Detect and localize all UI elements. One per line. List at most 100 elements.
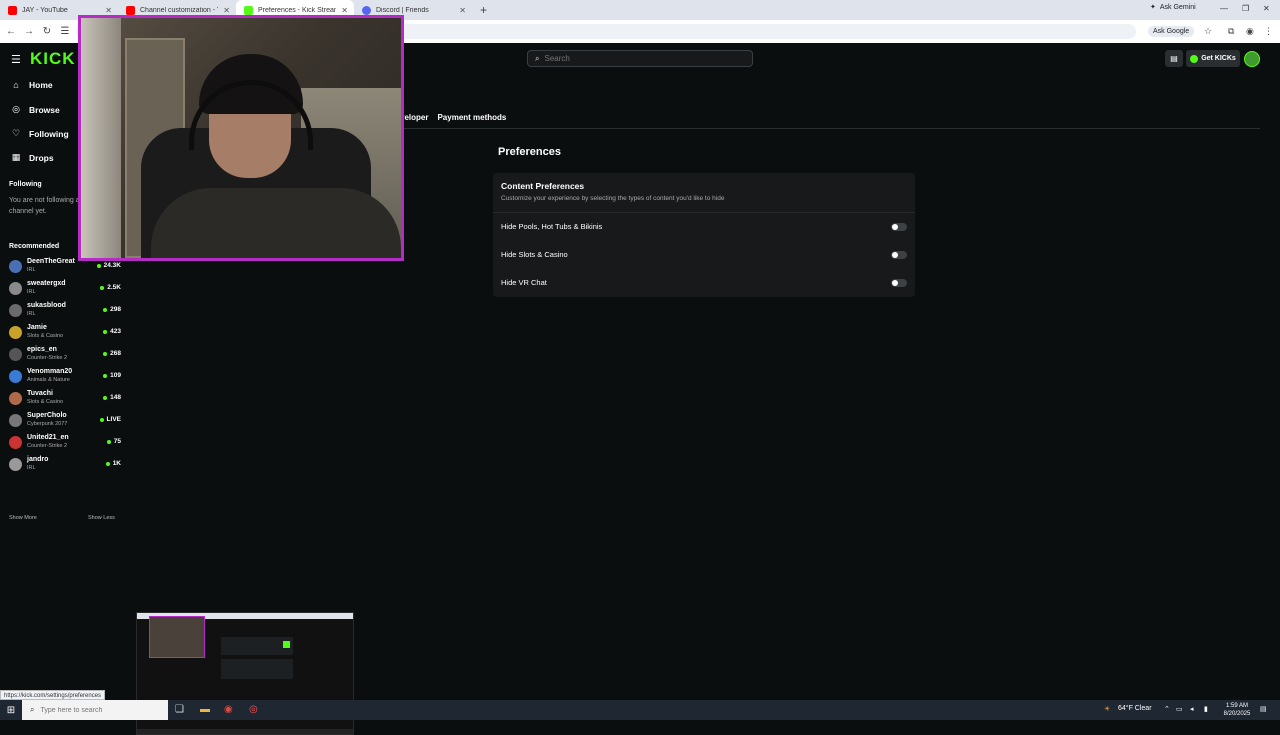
wallet-button[interactable]: ▤ [1165,50,1183,67]
viewer-count-value: 1K [112,460,121,467]
recommended-channel[interactable]: jandro IRL 1K [9,456,121,476]
taskbar-search[interactable]: ⌕ [22,700,168,720]
obs-icon[interactable]: ◎ [249,704,258,715]
back-icon[interactable]: ← [4,26,18,37]
battery-icon[interactable]: ▮ [1204,705,1208,713]
weather-icon: ☀ [1104,706,1111,713]
channel-name: DeenTheGreat [27,258,75,265]
sidebar-item-home[interactable]: ⌂ Home [11,80,52,90]
channel-category: IRL [27,311,36,317]
kick-icon [244,5,253,15]
channel-category: Cyberpunk 2077 [27,421,68,427]
webcam-curtain [81,18,121,258]
show-more-link[interactable]: Show More [9,515,37,521]
network-icon[interactable]: ▭ [1176,705,1183,713]
channel-name: SuperCholo [27,412,67,419]
sidebar-item-drops[interactable]: ▦ Drops [11,152,54,163]
forward-icon[interactable]: → [22,26,36,37]
star-icon[interactable]: ☆ [1204,26,1212,37]
file-explorer-icon[interactable]: ▬ [200,704,210,715]
live-dot-icon [103,329,108,334]
page-title: Preferences [498,146,561,158]
reload-icon[interactable]: ↻ [40,26,54,37]
windows-start-icon[interactable]: ⊞ [0,705,22,716]
channel-category: Slots & Casino [27,333,64,339]
viewer-count: 24.3K [96,262,121,269]
search-box[interactable]: ⌕ [527,50,753,67]
extensions-icon[interactable]: ⧉ [1228,26,1234,37]
close-icon[interactable]: ✕ [459,6,466,15]
recommended-channel[interactable]: SuperCholo Cyberpunk 2077 LIVE [9,412,121,432]
tabs-divider [400,128,1260,129]
live-dot-icon [103,373,108,378]
ask-google-button[interactable]: Ask Google [1148,26,1195,37]
show-less-link[interactable]: Show Less [88,515,115,521]
profile-icon[interactable]: ◉ [1246,26,1254,37]
recommended-channel[interactable]: Venomman20 Animals & Nature 109 [9,368,121,388]
tab-payment-methods[interactable]: Payment methods [437,113,506,122]
recommended-channel[interactable]: sukasblood IRL 298 [9,302,121,322]
recommended-channel[interactable]: United21_en Counter-Strike 2 75 [9,434,121,454]
viewer-count: 2.5K [100,284,121,291]
new-tab-button[interactable]: + [480,3,487,17]
recommended-channel[interactable]: epics_en Counter-Strike 2 268 [9,346,121,366]
channel-avatar [9,370,22,383]
tab-title: Preferences - Kick Streaming [258,6,336,14]
hide-slots-toggle[interactable] [891,251,907,259]
recommended-channel[interactable]: DeenTheGreat IRL 24.3K [9,258,121,278]
viewer-count-value: 423 [110,328,121,335]
chrome-icon[interactable]: ◉ [224,704,233,715]
live-dot-icon [99,417,104,422]
recommended-channel[interactable]: Jamie Slots & Casino 423 [9,324,121,344]
hide-pools-toggle[interactable] [891,223,907,231]
recommended-section-title: Recommended [9,243,60,250]
viewer-count-value: 148 [110,394,121,401]
channel-name: United21_en [27,434,69,441]
sidebar-item-browse[interactable]: ◎ Browse [11,104,60,115]
task-view-icon[interactable]: ❏ [175,704,184,715]
ask-gemini-button[interactable]: ✦ Ask Gemini [1150,3,1196,12]
kick-logo[interactable]: KICK [30,49,76,69]
system-clock[interactable]: 1:59 AM 8/20/2025 [1222,702,1252,718]
restore-icon[interactable]: ❐ [1242,4,1249,13]
tab-title: JAY - YouTube [22,6,68,14]
sidebar-item-following[interactable]: ♡ Following [11,128,69,139]
site-info-icon[interactable]: ☰ [58,26,72,37]
channel-avatar [9,436,22,449]
search-input[interactable] [544,54,735,63]
tab-developer[interactable]: veloper [400,113,428,122]
close-icon[interactable]: ✕ [341,6,348,15]
volume-icon[interactable]: ◂ [1190,705,1194,713]
home-icon: ⌂ [13,80,19,90]
recommended-channel[interactable]: sweatergxd IRL 2.5K [9,280,121,300]
viewer-count: 148 [103,394,121,401]
user-avatar[interactable] [1244,51,1260,67]
clock-time: 1:59 AM [1225,703,1248,709]
preview-webcam [149,616,205,658]
youtube-icon [8,5,17,15]
channel-avatar [9,260,22,273]
get-kicks-button[interactable]: Get KICKs [1186,50,1240,67]
close-window-icon[interactable]: ✕ [1263,4,1270,13]
viewer-count-value: 2.5K [107,284,121,291]
preference-row: Hide VR Chat [501,278,907,290]
wallet-icon: ▤ [1170,54,1178,63]
viewer-count-value: 268 [110,350,121,357]
notification-icon[interactable]: ▤ [1260,705,1267,713]
weather-text[interactable]: 64°F Clear [1118,705,1152,712]
channel-category: Slots & Casino [27,399,64,405]
live-dot-icon [106,439,111,444]
hamburger-menu-icon[interactable]: ☰ [11,53,21,66]
minimize-icon[interactable]: — [1220,4,1228,13]
recommended-channel[interactable]: Tuvachi Slots & Casino 148 [9,390,121,410]
viewer-count: 423 [103,328,121,335]
close-icon[interactable]: ✕ [105,6,112,15]
hide-vr-chat-toggle[interactable] [891,279,907,287]
chevron-up-icon[interactable]: ⌃ [1164,705,1170,713]
taskbar-search-input[interactable] [40,706,151,714]
channel-category: IRL [27,465,36,471]
settings-tabs: veloper Payment methods [400,113,506,122]
close-icon[interactable]: ✕ [223,6,230,15]
menu-icon[interactable]: ⋮ [1264,26,1273,37]
youtube-icon [126,5,135,15]
